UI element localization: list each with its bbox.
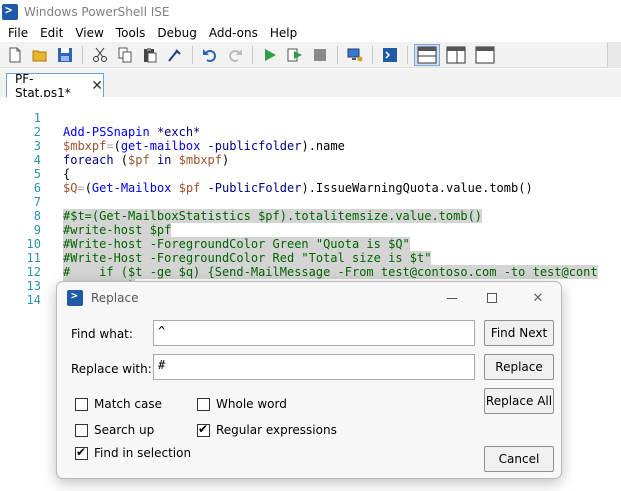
run-icon[interactable]	[259, 44, 281, 66]
cut-icon[interactable]	[89, 44, 111, 66]
powershell-icon	[67, 289, 83, 306]
code-line: 6	[0, 167, 621, 195]
replace-dialog: Replace ✕ Find what: ^ Find Next Replace…	[56, 281, 562, 479]
powershell-icon	[2, 3, 18, 20]
code-line: 11 # if ($t -ge $q) {Send-MailMessage -F…	[0, 237, 621, 279]
whole-word-label: Whole word	[216, 397, 287, 411]
toolbar-separator	[372, 45, 373, 64]
close-icon[interactable]: ✕	[91, 79, 103, 93]
toolbar-separator	[252, 45, 253, 64]
code-line: 13	[0, 265, 621, 293]
close-icon[interactable]: ✕	[529, 289, 547, 307]
search-up-checkbox[interactable]: Search up	[75, 423, 154, 437]
toolbar	[0, 42, 621, 68]
find-in-selection-label: Find in selection	[94, 446, 192, 460]
layout-max-icon[interactable]	[472, 44, 498, 66]
code-line: 8 #write-host $pf	[0, 195, 621, 237]
code-line: 10 #Write-Host -ForegroundColor Red "Tot…	[0, 223, 621, 265]
code-line: 4 {	[0, 139, 621, 181]
find-what-input[interactable]: ^	[153, 320, 475, 346]
code-line: 1 Add-PSSnapin *exch*	[0, 97, 621, 139]
window-title: Windows PowerShell ISE	[24, 4, 170, 19]
toolbar-separator	[82, 45, 83, 64]
stop-icon[interactable]	[309, 44, 331, 66]
clear-icon[interactable]	[164, 44, 186, 66]
copy-icon[interactable]	[114, 44, 136, 66]
layout-right-icon[interactable]	[443, 44, 469, 66]
regex-checkbox[interactable]: Regular expressions	[197, 422, 337, 437]
title-bar: Windows PowerShell ISE	[0, 0, 621, 23]
tab-strip: PF-Stat.ps1* ✕	[0, 69, 621, 100]
find-next-button[interactable]: Find Next	[484, 320, 554, 346]
find-what-label: Find what:	[71, 327, 133, 341]
code-line: 7 #$t=(Get-MailboxStatistics $pf).totali…	[0, 181, 621, 223]
toolbar-separator	[337, 45, 338, 64]
code-line: 3 foreach ($pf in $mbxpf)	[0, 125, 621, 167]
toolbar-scroll[interactable]	[607, 42, 621, 68]
menu-help[interactable]: Help	[264, 26, 303, 40]
code-line: 2 $mbxpf=(get-mailbox -publicfolder).nam…	[0, 111, 621, 153]
menu-view[interactable]: View	[69, 26, 109, 40]
checkbox-box[interactable]	[75, 423, 88, 437]
save-icon[interactable]	[54, 44, 76, 66]
toolbar-separator	[407, 45, 408, 64]
menu-debug[interactable]: Debug	[151, 26, 202, 40]
replace-with-input[interactable]: #	[153, 354, 475, 380]
layout-top-icon[interactable]	[414, 43, 440, 66]
checkbox-box[interactable]	[75, 445, 88, 460]
toolbar-separator	[192, 45, 193, 64]
new-icon[interactable]	[4, 44, 26, 66]
match-case-label: Match case	[94, 397, 163, 411]
maximize-icon[interactable]	[483, 289, 501, 307]
open-icon[interactable]	[29, 44, 51, 66]
find-in-selection-checkbox[interactable]: Find in selection	[75, 445, 192, 460]
menu-file[interactable]: File	[2, 26, 34, 40]
whole-word-checkbox[interactable]: Whole word	[197, 397, 287, 411]
run-selection-icon[interactable]	[284, 44, 306, 66]
console-icon[interactable]	[379, 44, 401, 66]
cancel-button[interactable]: Cancel	[484, 446, 554, 472]
checkbox-box[interactable]	[75, 397, 88, 411]
menu-edit[interactable]: Edit	[34, 26, 69, 40]
tab-pf-stat[interactable]: PF-Stat.ps1* ✕	[6, 71, 104, 100]
replace-all-button[interactable]: Replace All	[484, 388, 554, 414]
undo-icon[interactable]	[199, 44, 221, 66]
code-line: 5 $Q=(Get-Mailbox $pf -PublicFolder).Iss…	[0, 153, 621, 195]
replace-with-label: Replace with:	[71, 362, 152, 376]
minimize-icon[interactable]	[443, 289, 461, 307]
match-case-checkbox[interactable]: Match case	[75, 397, 162, 411]
regex-label: Regular expressions	[216, 423, 337, 437]
redo-icon[interactable]	[224, 44, 246, 66]
replace-button[interactable]: Replace	[484, 354, 554, 380]
line-number: 14	[26, 293, 41, 307]
checkbox-box[interactable]	[197, 397, 210, 411]
code-line: 9 #Write-host -ForegroundColor Green "Qu…	[0, 209, 621, 251]
search-up-label: Search up	[94, 423, 155, 437]
paste-icon[interactable]	[139, 44, 161, 66]
checkbox-box[interactable]	[197, 422, 210, 437]
code-line: 12 # }	[0, 251, 621, 293]
tab-label: PF-Stat.ps1*	[15, 71, 71, 100]
remote-icon[interactable]	[344, 44, 366, 66]
menu-addons[interactable]: Add-ons	[203, 26, 264, 40]
menu-tools[interactable]: Tools	[110, 26, 152, 40]
menu-bar: File Edit View Tools Debug Add-ons Help	[0, 23, 621, 42]
dialog-title: Replace	[91, 291, 139, 305]
